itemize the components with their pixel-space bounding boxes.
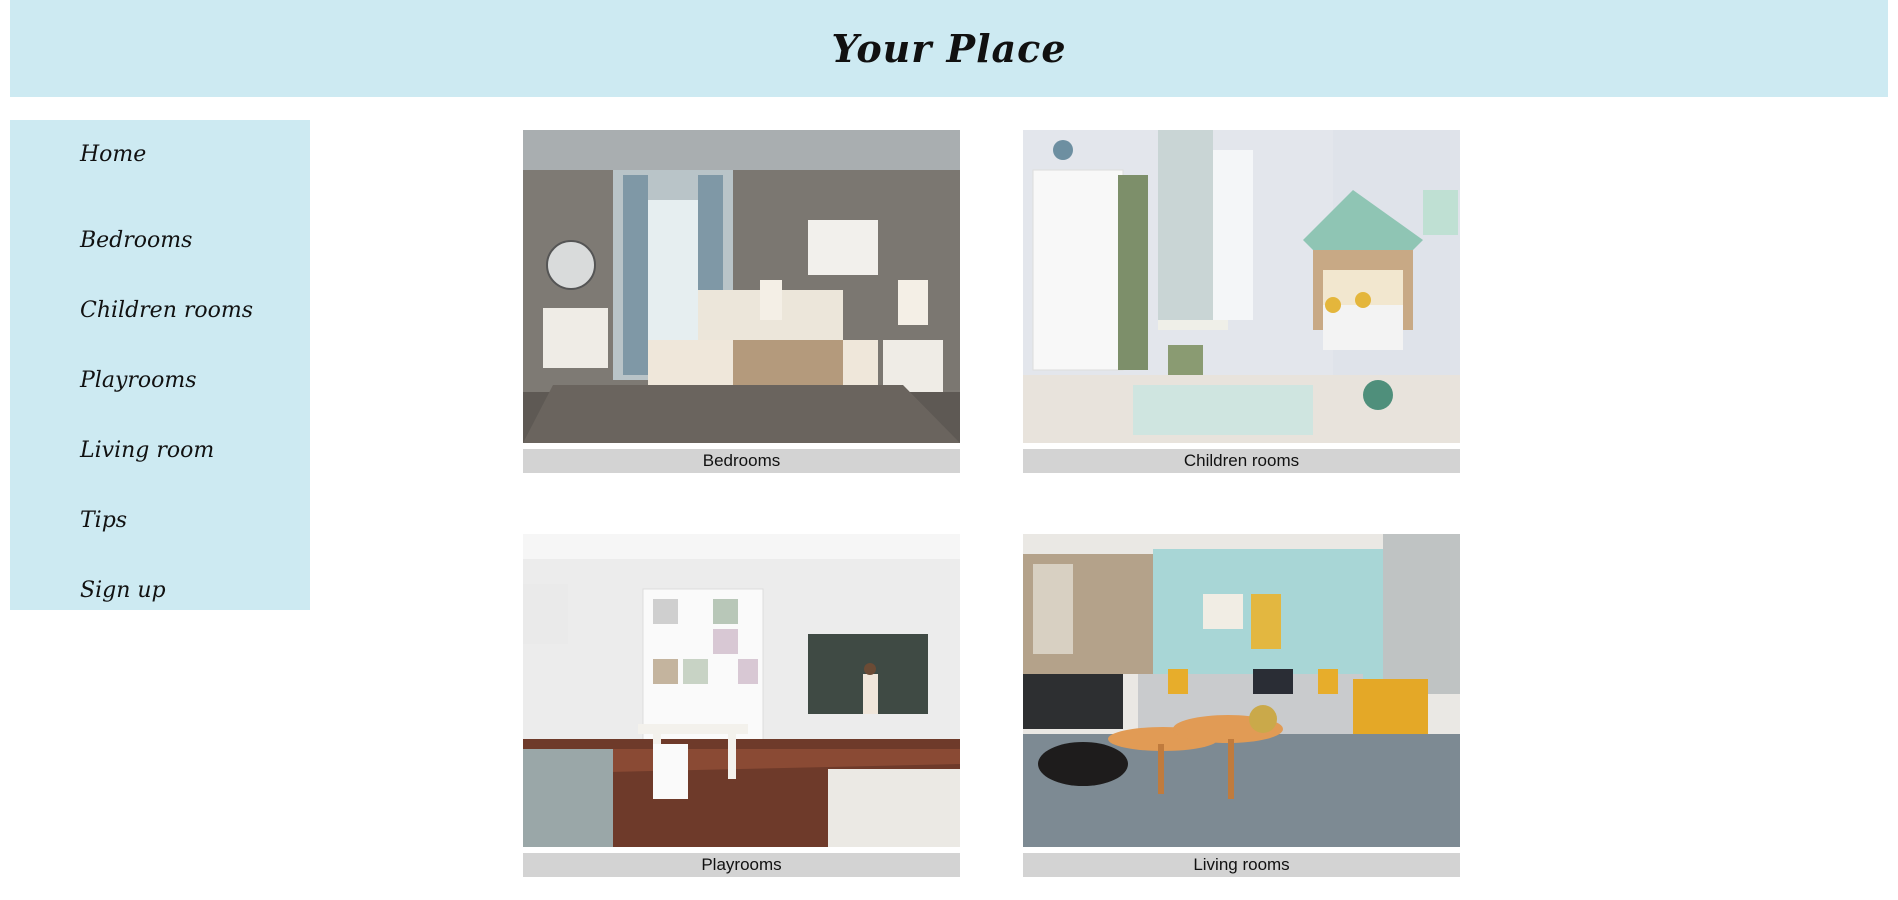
gallery-card-living-rooms[interactable]: Living rooms — [1023, 534, 1460, 877]
site-header: Your Place — [10, 0, 1888, 97]
sidebar-item-living-room[interactable]: Living room — [10, 416, 310, 486]
gallery-caption: Bedrooms — [523, 449, 960, 473]
playroom-photo[interactable] — [523, 534, 960, 847]
sidebar-item-sign-up[interactable]: Sign up — [10, 556, 310, 626]
living-room-photo[interactable] — [1023, 534, 1460, 847]
sidebar-item-playrooms[interactable]: Playrooms — [10, 346, 310, 416]
sidebar-item-tips[interactable]: Tips — [10, 486, 310, 556]
sidebar-item-children-rooms[interactable]: Children rooms — [10, 276, 310, 346]
gallery-caption: Playrooms — [523, 853, 960, 877]
sidebar-item-bedrooms[interactable]: Bedrooms — [10, 206, 310, 276]
gallery-card-children-rooms[interactable]: Children rooms — [1023, 130, 1460, 473]
gallery-card-playrooms[interactable]: Playrooms — [523, 534, 960, 877]
site-title: Your Place — [831, 26, 1067, 71]
sidebar-item-home[interactable]: Home — [10, 136, 310, 206]
sidebar-nav: Home Bedrooms Children rooms Playrooms L… — [10, 120, 310, 610]
gallery-card-bedrooms[interactable]: Bedrooms — [523, 130, 960, 473]
children-room-photo[interactable] — [1023, 130, 1460, 443]
bedroom-photo[interactable] — [523, 130, 960, 443]
gallery-caption: Children rooms — [1023, 449, 1460, 473]
gallery-caption: Living rooms — [1023, 853, 1460, 877]
